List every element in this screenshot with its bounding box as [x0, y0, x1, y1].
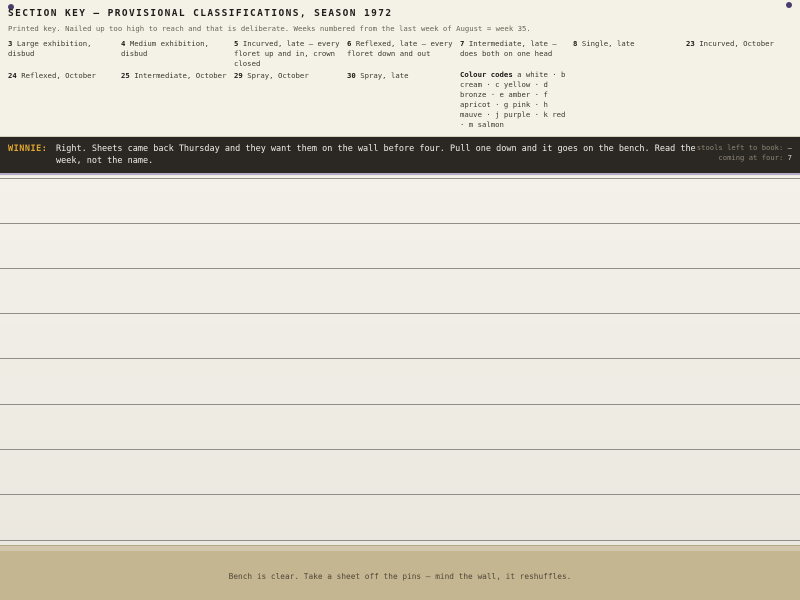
- class-description: Medium exhibition, disbud: [121, 39, 209, 58]
- speaker-name: WINNIE:: [8, 144, 48, 154]
- wall-rail: [0, 358, 800, 359]
- class-entry: 29 Spray, October: [234, 71, 344, 81]
- wall-rail: [0, 223, 800, 224]
- class-entry: 3 Large exhibition, disbud: [8, 39, 118, 59]
- class-number: 3: [8, 39, 13, 48]
- wall-rail: [0, 313, 800, 314]
- class-description: Spray, late: [360, 71, 409, 80]
- class-description: Intermediate, October: [134, 71, 227, 80]
- class-number: 5: [234, 39, 239, 48]
- class-description: Large exhibition, disbud: [8, 39, 92, 58]
- class-number: 25: [121, 71, 130, 80]
- wall-rail: [0, 494, 800, 495]
- section-key-subtitle: Printed key. Nailed up too high to reach…: [8, 24, 531, 33]
- class-description: Reflexed, late — every floret down and o…: [347, 39, 453, 58]
- class-entry: 6 Reflexed, late — every floret down and…: [347, 39, 457, 59]
- class-description: Incurved, October: [699, 39, 774, 48]
- booking-status: stools left to book: — coming at four: 7: [697, 143, 792, 163]
- coming-at-four-value: 7: [787, 153, 792, 162]
- class-number: 7: [460, 39, 465, 48]
- colour-codes-label: Colour codes: [460, 70, 513, 79]
- section-key-title: SECTION KEY — PROVISIONAL CLASSIFICATION…: [8, 8, 393, 19]
- class-entry: 23 Incurved, October: [686, 39, 796, 49]
- class-entry: 24 Reflexed, October: [8, 71, 118, 81]
- class-entry: 8 Single, late: [573, 39, 683, 49]
- class-number: 29: [234, 71, 243, 80]
- class-number: 8: [573, 39, 578, 48]
- class-entry: 25 Intermediate, October: [121, 71, 231, 81]
- stools-left-value: —: [787, 143, 792, 152]
- bench-message: Bench is clear. Take a sheet off the pin…: [228, 572, 572, 581]
- class-entry: 5 Incurved, late — every floret up and i…: [234, 39, 344, 69]
- class-description: Single, late: [581, 39, 635, 48]
- coming-at-four-label: coming at four:: [718, 153, 784, 162]
- class-entry: 7 Intermediate, late — does both on one …: [460, 39, 570, 59]
- class-description: Intermediate, late — does both on one he…: [460, 39, 557, 58]
- wall-rail: [0, 268, 800, 269]
- class-description: Spray, October: [247, 71, 309, 80]
- class-number: 23: [686, 39, 695, 48]
- dialogue-text: Right. Sheets came back Thursday and the…: [56, 144, 696, 166]
- dialogue-bar: WINNIE: Right. Sheets came back Thursday…: [0, 137, 800, 175]
- class-number: 6: [347, 39, 352, 48]
- class-number: 30: [347, 71, 356, 80]
- stools-left-label: stools left to book:: [696, 143, 784, 152]
- class-entry: 4 Medium exhibition, disbud: [121, 39, 231, 59]
- class-description: Incurved, late — every floret up and in,…: [234, 39, 340, 68]
- wall-rail: [0, 449, 800, 450]
- wall-rail: [0, 178, 800, 179]
- pin-icon: [786, 2, 792, 8]
- class-number: 24: [8, 71, 17, 80]
- colour-codes: Colour codes a white · b cream · c yello…: [460, 70, 572, 130]
- section-key-board: SECTION KEY — PROVISIONAL CLASSIFICATION…: [0, 0, 800, 137]
- wall-rail: [0, 404, 800, 405]
- class-entry: 30 Spray, late: [347, 71, 457, 81]
- class-number: 4: [121, 39, 126, 48]
- wall-rail: [0, 540, 800, 541]
- pin-wall[interactable]: [0, 176, 800, 546]
- class-description: Reflexed, October: [21, 71, 96, 80]
